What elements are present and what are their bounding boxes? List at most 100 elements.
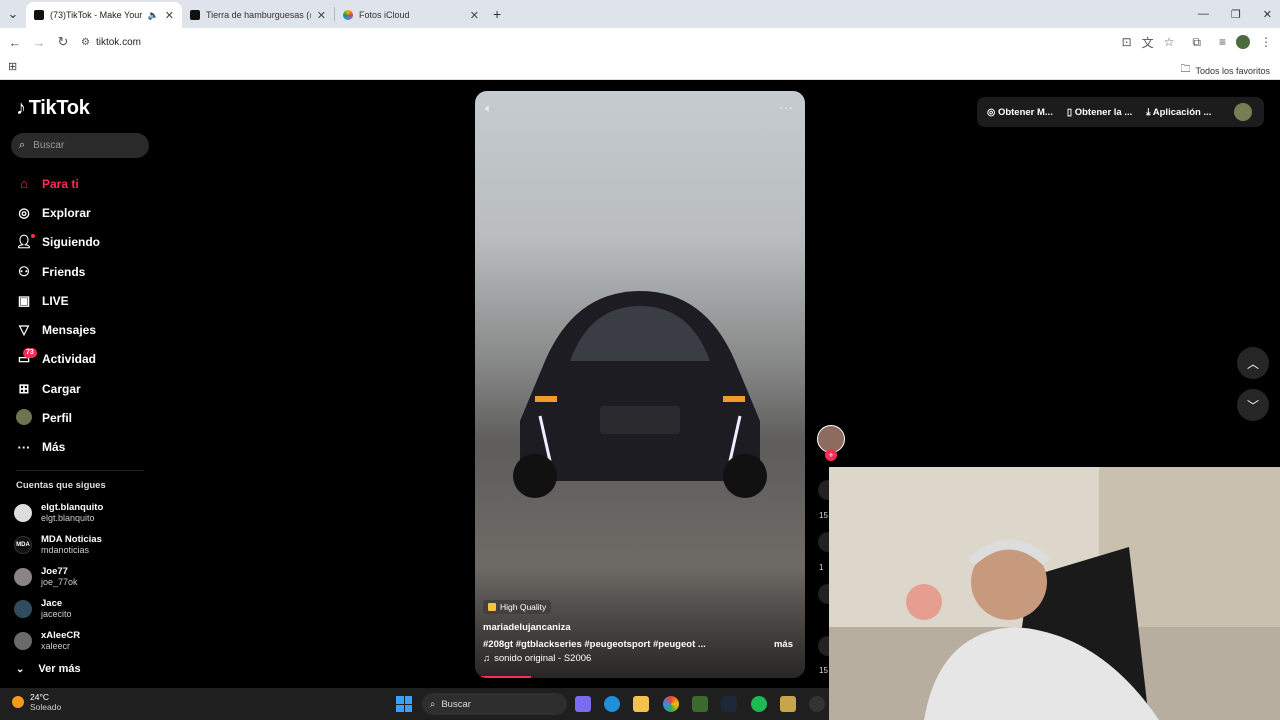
top-actions-bar: ◎ Obtener M... ▯ Obtener la ... ⤓ Aplica… (977, 97, 1264, 127)
menu-kebab-icon[interactable]: ⋮ (1260, 35, 1272, 49)
user-avatar[interactable] (1234, 103, 1252, 121)
caption-more-button[interactable]: más (774, 639, 793, 650)
app-icon[interactable] (780, 696, 796, 712)
all-bookmarks-folder[interactable]: 🗀 Todos los favoritos (1180, 62, 1270, 79)
avatar (14, 600, 32, 618)
apps-grid-icon[interactable]: ⊞ (8, 60, 17, 73)
tab-title: Tierra de hamburguesas (@tdh... (206, 10, 311, 20)
tab-search-chevron-icon[interactable]: ⌄ (0, 6, 26, 22)
file-explorer-icon[interactable] (633, 696, 649, 712)
new-tab-button[interactable]: + (493, 6, 501, 22)
tab-close-icon[interactable]: ✕ (470, 9, 479, 22)
profile-avatar-icon[interactable] (1236, 35, 1250, 49)
game-app-icon[interactable] (692, 696, 708, 712)
sidebar-divider (16, 470, 144, 471)
video-author[interactable]: mariadelujancaniza (483, 622, 571, 633)
url-field[interactable]: ⚙ tiktok.com (81, 37, 141, 48)
tab-audio-icon[interactable]: 🔈 (148, 10, 159, 21)
video-sound[interactable]: ♫ sonido original - S2006 (483, 653, 591, 664)
settings-icon[interactable] (809, 696, 825, 712)
tab-tiktok[interactable]: (73)TikTok - Make Your Day 🔈 ✕ (26, 2, 182, 28)
chrome-icon[interactable] (663, 696, 679, 712)
sidebar-item-cargar[interactable]: ⊞ Cargar (14, 374, 154, 403)
volume-icon[interactable]: 🔈︎ (485, 101, 492, 116)
see-more-button[interactable]: ⌄ Ver más (16, 663, 81, 675)
back-icon[interactable]: ← (3, 35, 27, 50)
chevron-up-icon: ︿ (1246, 356, 1259, 371)
copilot-icon[interactable] (575, 696, 591, 712)
edge-icon[interactable] (604, 696, 620, 712)
windows-start-icon[interactable] (396, 696, 412, 712)
folder-icon: 🗀 (1180, 64, 1191, 75)
desktop-app-label: Aplicación ... (1152, 106, 1212, 118)
next-video-button[interactable]: ﹀ (1237, 389, 1269, 421)
search-icon: ⌕ (19, 139, 26, 151)
sun-icon (12, 696, 24, 708)
upload-icon: ⊞ (18, 380, 30, 396)
sidebar-item-label: Para ti (42, 176, 79, 191)
media-controls-icon[interactable]: ≡ (1219, 35, 1226, 49)
get-coins-button[interactable]: ◎ Obtener M... (987, 107, 1053, 118)
video-player[interactable]: 🔈︎ ··· High Quality mariadelujancaniza #… (475, 91, 805, 678)
follow-plus-icon[interactable]: + (825, 449, 837, 461)
account-name: xAleeCR (41, 630, 81, 641)
account-handle: xaleecr (41, 641, 71, 651)
tab-close-icon[interactable]: ✕ (317, 9, 326, 22)
following-account[interactable]: Jace jacecito (14, 593, 154, 625)
more-options-icon[interactable]: ··· (779, 99, 793, 115)
account-name: elgt.blanquito (41, 502, 104, 513)
get-coins-label: Obtener M... (997, 106, 1053, 118)
sidebar-item-perfil[interactable]: Perfil (14, 403, 154, 432)
bookmark-star-icon[interactable]: ☆ (1164, 35, 1175, 49)
close-window-icon[interactable]: ✕ (1263, 8, 1272, 21)
desktop-app-button[interactable]: ⤓ Aplicación ... (1146, 107, 1211, 118)
sidebar-item-friends[interactable]: ⚇ Friends (14, 257, 154, 286)
reload-icon[interactable]: ↻ (51, 34, 75, 50)
sidebar-item-actividad[interactable]: ▭ 73 Actividad (14, 345, 154, 374)
steam-icon[interactable] (721, 696, 737, 712)
translate-icon[interactable]: 文 (1142, 34, 1154, 51)
sidebar-item-label: Friends (42, 264, 86, 279)
icloud-photos-favicon-icon (343, 10, 353, 20)
get-app-label: Obtener la ... (1074, 106, 1133, 118)
like-count: 15 (819, 511, 828, 520)
account-name: Joe77 (41, 566, 68, 577)
tab-tierra-de-hamburguesas[interactable]: Tierra de hamburguesas (@tdh... ✕ (182, 2, 334, 28)
sidebar-item-explorar[interactable]: ◎ Explorar (14, 198, 154, 227)
site-info-icon[interactable]: ⚙ (81, 37, 90, 48)
tab-fotos-icloud[interactable]: Fotos iCloud ✕ (335, 2, 487, 28)
install-app-icon[interactable]: ⊡ (1122, 35, 1132, 49)
following-heading: Cuentas que sigues (16, 480, 106, 491)
chevron-down-icon: ⌄ (16, 663, 25, 675)
following-account[interactable]: MDA MDA Noticias mdanoticias (14, 529, 154, 561)
extensions-icon[interactable]: ⧉ (1192, 35, 1201, 50)
taskbar-search[interactable]: ⌕ Buscar (422, 693, 567, 715)
account-handle: elgt.blanquito (41, 513, 95, 523)
avatar (14, 568, 32, 586)
tab-close-icon[interactable]: ✕ (165, 9, 174, 22)
following-account[interactable]: elgt.blanquito elgt.blanquito (14, 497, 154, 529)
previous-video-button[interactable]: ︿ (1237, 347, 1269, 379)
video-hashtags[interactable]: #208gt #gtblackseries #peugeotsport #peu… (483, 639, 723, 650)
minimize-icon[interactable]: — (1198, 8, 1209, 20)
profile-icon (14, 408, 34, 428)
weather-widget[interactable]: 24°C Soleado (12, 692, 61, 712)
restore-icon[interactable]: ❐ (1231, 8, 1241, 21)
following-account[interactable]: Joe77 joe_77ok (14, 561, 154, 593)
video-progress[interactable] (475, 676, 532, 678)
quality-badge[interactable]: High Quality (483, 600, 552, 614)
tiktok-logo[interactable]: ♪ TikTok (16, 97, 90, 120)
sidebar-item-live[interactable]: ▣ LIVE (14, 286, 154, 315)
sidebar-item-mensajes[interactable]: ▽ Mensajes (14, 315, 154, 344)
search-placeholder: Buscar (33, 140, 65, 151)
sidebar-item-siguiendo[interactable]: 👤︎ Siguiendo (14, 228, 154, 257)
sidebar-item-mas[interactable]: ··· Más (14, 433, 154, 462)
search-input[interactable]: ⌕ Buscar (11, 133, 149, 158)
get-app-button[interactable]: ▯ Obtener la ... (1067, 107, 1132, 118)
forward-icon[interactable]: → (27, 35, 51, 50)
webcam-overlay (829, 467, 1280, 720)
spotify-icon[interactable] (751, 696, 767, 712)
following-account[interactable]: xAleeCR xaleecr (14, 625, 154, 657)
sidebar-item-para-ti[interactable]: ⌂ Para ti (14, 169, 154, 198)
logo-text: TikTok (28, 97, 90, 119)
